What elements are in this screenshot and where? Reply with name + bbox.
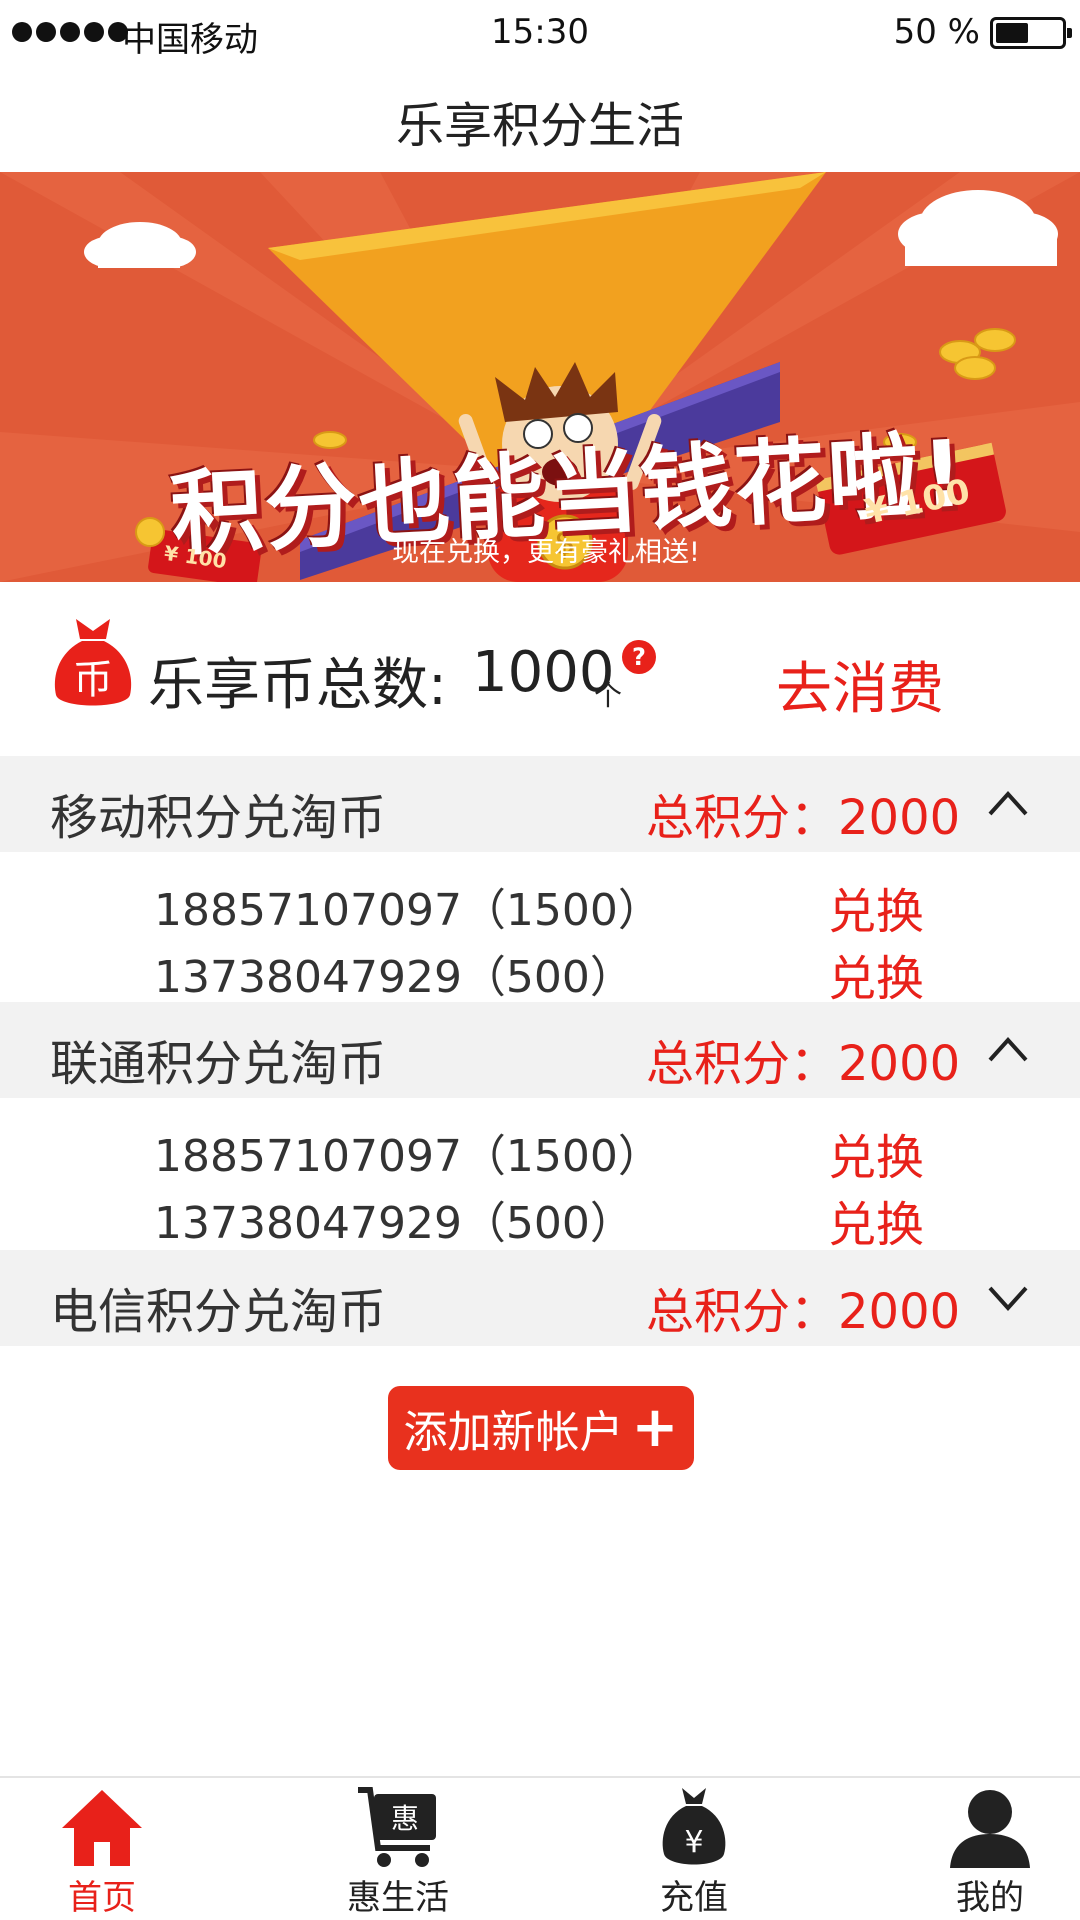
user-icon xyxy=(950,1790,1030,1868)
cart-icon: 惠 xyxy=(358,1787,436,1867)
account-row: 13738047929（500） 兑换 xyxy=(0,933,1080,1007)
tab-label: 惠生活 xyxy=(347,1878,449,1918)
account-row: 18857107097（1500） 兑换 xyxy=(0,1112,1080,1186)
svg-text:¥: ¥ xyxy=(684,1825,703,1860)
tab-home[interactable]: 首页 xyxy=(2,1778,202,1920)
home-icon xyxy=(62,1790,142,1866)
exchange-button[interactable]: 兑换 xyxy=(828,1185,924,1255)
help-icon[interactable]: ? xyxy=(622,640,656,674)
exchange-button[interactable]: 兑换 xyxy=(828,872,924,942)
section-total-points: 总积分：2000 xyxy=(646,790,961,846)
go-spend-link[interactable]: 去消费 xyxy=(776,644,944,725)
coin-total-unit: 个 xyxy=(594,679,623,712)
account-row: 13738047929（500） 兑换 xyxy=(0,1179,1080,1253)
tab-label: 首页 xyxy=(68,1878,136,1918)
add-account-label: 添加新帐户 xyxy=(403,1407,624,1458)
account-number: 18857107097（1500） xyxy=(154,1131,662,1182)
section-header-telecom[interactable]: 电信积分兑淘币 总积分：2000 xyxy=(0,1250,1080,1346)
coin-total-label: 乐享币总数: xyxy=(148,653,447,718)
account-number: 13738047929（500） xyxy=(154,952,634,1003)
exchange-button[interactable]: 兑换 xyxy=(828,1118,924,1188)
banner-subtitle: 现在兑换，更有豪礼相送! xyxy=(392,537,700,568)
account-row: 18857107097（1500） 兑换 xyxy=(0,866,1080,940)
tab-recharge[interactable]: ¥ 充值 xyxy=(594,1778,794,1920)
section-header-mobile[interactable]: 移动积分兑淘币 总积分：2000 xyxy=(0,756,1080,852)
tab-label: 充值 xyxy=(660,1878,728,1918)
exchange-button[interactable]: 兑换 xyxy=(828,939,924,1009)
plus-icon: + xyxy=(631,1395,679,1460)
tab-hui-life[interactable]: 惠 惠生活 xyxy=(298,1778,498,1920)
add-account-button[interactable]: 添加新帐户 + xyxy=(388,1386,694,1470)
section-total-points: 总积分：2000 xyxy=(646,1036,961,1092)
section-title: 电信积分兑淘币 xyxy=(50,1284,387,1340)
section-title: 移动积分兑淘币 xyxy=(50,790,387,846)
account-number: 18857107097（1500） xyxy=(154,885,662,936)
chevron-up-icon[interactable] xyxy=(984,1026,1032,1074)
tab-label: 我的 xyxy=(956,1878,1024,1918)
tab-mine[interactable]: 我的 xyxy=(890,1778,1080,1920)
section-total-points: 总积分：2000 xyxy=(646,1284,961,1340)
battery-level xyxy=(996,23,1028,43)
section-header-unicom[interactable]: 联通积分兑淘币 总积分：2000 xyxy=(0,1002,1080,1098)
svg-text:币: 币 xyxy=(73,657,113,703)
battery-icon xyxy=(990,17,1072,49)
money-bag-icon: ¥ xyxy=(662,1788,726,1865)
coin-bag-icon: 币 xyxy=(54,619,132,706)
svg-text:惠: 惠 xyxy=(391,1802,419,1835)
chevron-down-icon[interactable] xyxy=(984,1274,1032,1322)
page-title: 乐享积分生活 xyxy=(395,98,684,154)
status-bar: 中国移动 15:30 50 % xyxy=(0,0,1080,66)
section-title: 联通积分兑淘币 xyxy=(50,1036,387,1092)
account-number: 13738047929（500） xyxy=(154,1198,634,1249)
tab-bar: 首页 惠 惠生活 ¥ 充值 我的 xyxy=(0,1776,1080,1920)
battery-percentage: 50 % xyxy=(893,12,980,52)
chevron-up-icon[interactable] xyxy=(984,780,1032,828)
